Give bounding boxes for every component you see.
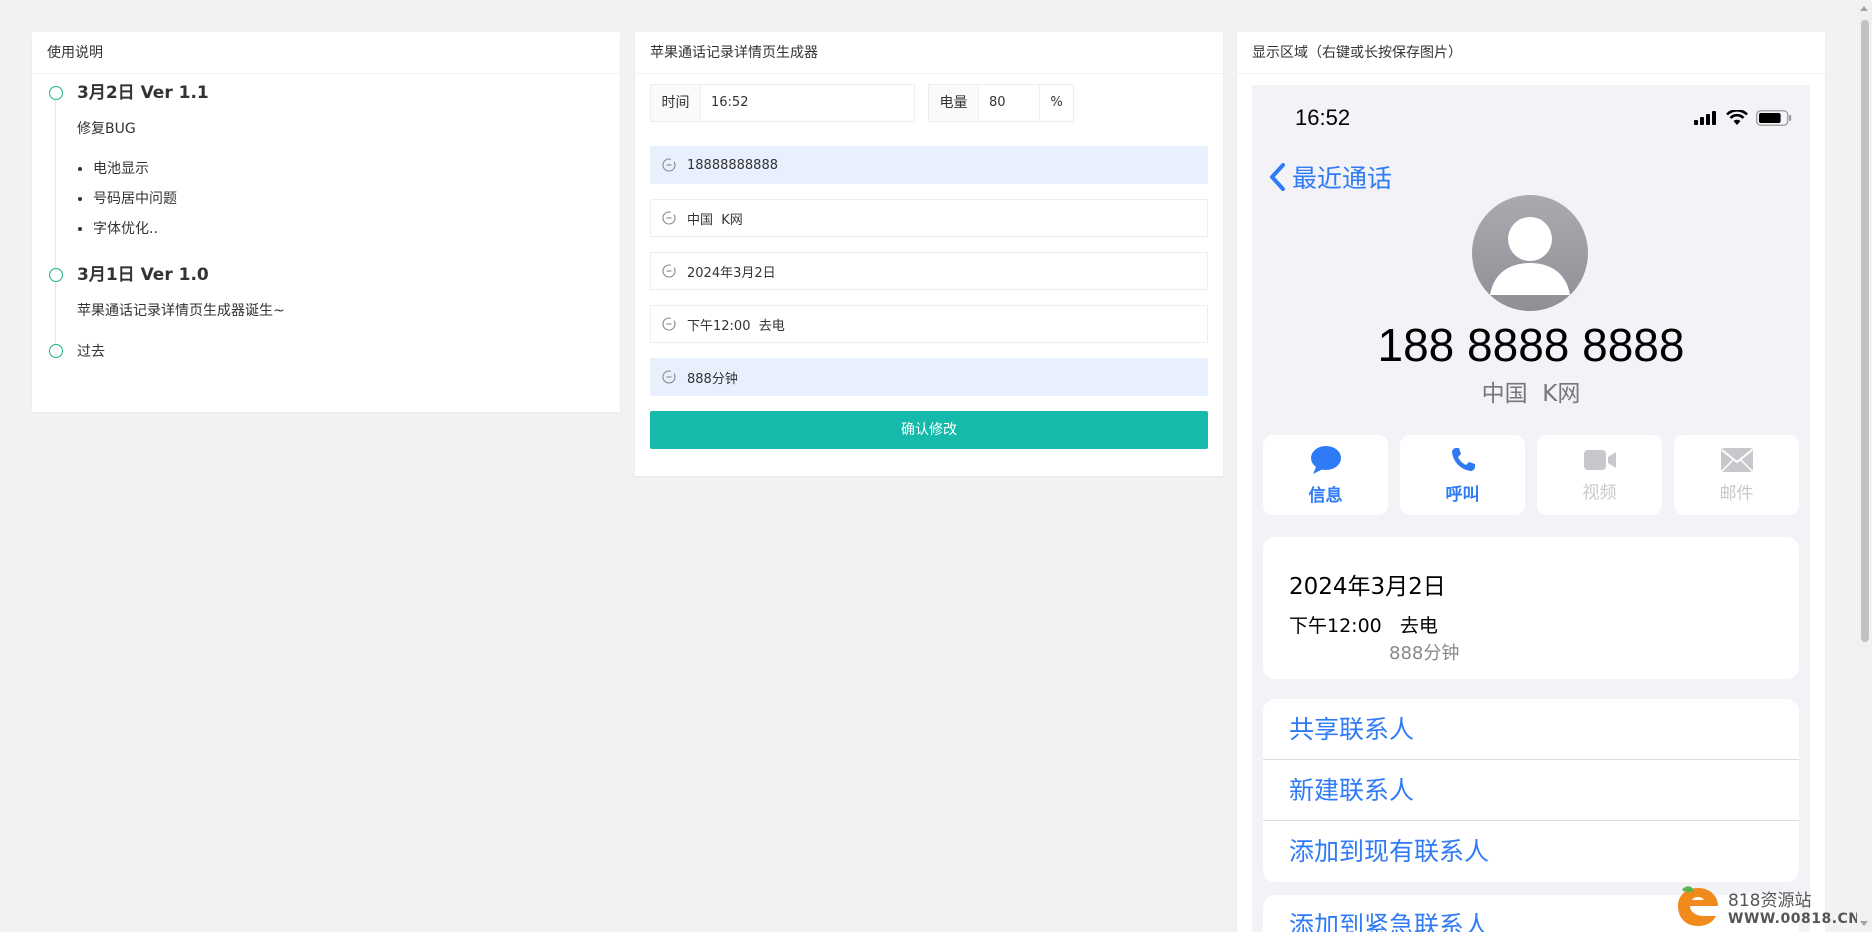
page: 使用说明 3月2日 Ver 1.1 修复BUG 电池显示 号码居中问题 字体优化…: [0, 0, 1872, 932]
mail-action-label: 邮件: [1719, 483, 1754, 504]
clear-circle-icon[interactable]: [651, 264, 687, 278]
date-input-value: 2024年3月2日: [687, 265, 776, 281]
changelog-item: 号码居中问题: [93, 190, 620, 220]
message-icon: [1310, 445, 1341, 474]
battery-input[interactable]: 80: [979, 85, 1039, 121]
call-action[interactable]: 呼叫: [1400, 435, 1525, 515]
mail-action[interactable]: 邮件: [1674, 435, 1799, 515]
scroll-down-icon[interactable]: [1860, 921, 1868, 926]
call-action-label: 呼叫: [1445, 484, 1480, 505]
clear-circle-icon[interactable]: [651, 158, 687, 172]
time-input-group: 时间 16:52: [650, 84, 915, 122]
version-text: 修复BUG: [77, 121, 136, 137]
version-text: 苹果通话记录详情页生成器诞生~: [77, 303, 285, 319]
scroll-thumb[interactable]: [1861, 20, 1869, 642]
site-logo-icon: [1678, 886, 1718, 926]
clear-circle-icon[interactable]: [651, 211, 687, 225]
region-input-value: 中国 K网: [687, 212, 743, 228]
timeline-node-icon: [49, 344, 63, 358]
video-action-label: 视频: [1582, 482, 1617, 503]
version-timeline: 3月2日 Ver 1.1 修复BUG 电池显示 号码居中问题 字体优化.. 3月…: [32, 74, 620, 374]
battery-suffix: %: [1039, 85, 1073, 121]
status-icons: [1694, 110, 1792, 126]
battery-icon: [1756, 110, 1792, 126]
phone-input-value: 18888888888: [687, 157, 778, 173]
phone-input[interactable]: 18888888888: [650, 146, 1208, 184]
call-date: 2024年3月2日: [1289, 574, 1446, 600]
timeline-item: 过去: [47, 342, 620, 374]
call-type-input-value: 下午12:00 去电: [687, 318, 785, 334]
back-label: 最近通话: [1292, 164, 1393, 193]
message-action[interactable]: 信息: [1263, 435, 1388, 515]
video-icon: [1583, 449, 1616, 470]
clear-circle-icon[interactable]: [651, 370, 687, 384]
generator-title: 苹果通话记录详情页生成器: [635, 32, 1223, 74]
battery-input-group: 电量 80 %: [928, 84, 1074, 122]
timeline-node-icon: [49, 86, 63, 100]
call-info: 下午12:00 去电: [1289, 615, 1438, 637]
phone-preview[interactable]: 16:52 最近通话 188 8888 8888 中国 K网 信息 呼叫 视频 …: [1252, 85, 1810, 932]
battery-label: 电量: [929, 85, 979, 121]
contact-number: 188 8888 8888: [1377, 319, 1685, 371]
time-label: 时间: [651, 85, 701, 121]
video-action[interactable]: 视频: [1537, 435, 1662, 515]
clear-circle-icon[interactable]: [651, 317, 687, 331]
back-button[interactable]: 最近通话: [1268, 159, 1392, 195]
call-detail-card: 2024年3月2日 下午12:00 去电 888分钟: [1263, 537, 1799, 679]
status-inputs-row: 时间 16:52 电量 80 %: [650, 84, 1208, 122]
quick-actions: 信息 呼叫 视频 邮件: [1263, 435, 1799, 515]
version-title: 3月2日 Ver 1.1: [77, 83, 209, 103]
contact-region: 中国 K网: [1481, 381, 1581, 407]
past-label: 过去: [77, 344, 105, 360]
changelog-list: 电池显示 号码居中问题 字体优化..: [77, 160, 620, 250]
message-action-label: 信息: [1308, 485, 1343, 506]
avatar: [1472, 195, 1588, 311]
date-input[interactable]: 2024年3月2日: [650, 252, 1208, 290]
instructions-title: 使用说明: [32, 32, 620, 74]
timeline-item: 3月2日 Ver 1.1 修复BUG 电池显示 号码居中问题 字体优化..: [47, 82, 620, 264]
region-input[interactable]: 中国 K网: [650, 199, 1208, 237]
wifi-icon: [1726, 110, 1748, 125]
page-scrollbar[interactable]: [1857, 0, 1872, 932]
new-contact-button[interactable]: 新建联系人: [1263, 760, 1799, 821]
instructions-card: 使用说明 3月2日 Ver 1.1 修复BUG 电池显示 号码居中问题 字体优化…: [32, 32, 620, 412]
call-type-input[interactable]: 下午12:00 去电: [650, 305, 1208, 343]
watermark-text: 818资源站 WWW.00818.CN: [1728, 886, 1861, 927]
phone-icon: [1451, 447, 1475, 471]
mail-icon: [1720, 447, 1753, 472]
call-duration: 888分钟: [1389, 643, 1460, 664]
contact-actions-list: 共享联系人 新建联系人 添加到现有联系人: [1263, 699, 1799, 882]
changelog-item: 电池显示: [93, 160, 620, 190]
display-title: 显示区域（右键或长按保存图片）: [1237, 32, 1825, 74]
signal-icon: [1694, 111, 1716, 125]
display-card: 显示区域（右键或长按保存图片） 16:52 最近通话 188 8888 8888…: [1237, 32, 1825, 932]
watermark-name: 818资源站: [1728, 890, 1812, 911]
timeline-node-icon: [49, 268, 63, 282]
time-input[interactable]: 16:52: [701, 85, 914, 121]
generator-card: 苹果通话记录详情页生成器 时间 16:52 电量 80 % 1888888888…: [635, 32, 1223, 476]
duration-input[interactable]: 888分钟: [650, 358, 1208, 396]
status-time: 16:52: [1295, 105, 1351, 130]
share-contact-button[interactable]: 共享联系人: [1263, 699, 1799, 760]
watermark-url: WWW.00818.CN: [1728, 910, 1861, 927]
watermark: 818资源站 WWW.00818.CN: [1674, 884, 1861, 928]
person-icon: [1490, 217, 1570, 295]
timeline-item: 3月1日 Ver 1.0 苹果通话记录详情页生成器诞生~: [47, 264, 620, 342]
generator-form: 时间 16:52 电量 80 % 18888888888 中国 K网 2024年…: [635, 74, 1223, 449]
version-title: 3月1日 Ver 1.0: [77, 265, 209, 285]
scroll-up-icon[interactable]: [1860, 6, 1868, 11]
duration-input-value: 888分钟: [687, 371, 738, 387]
add-to-existing-contact-button[interactable]: 添加到现有联系人: [1263, 821, 1799, 882]
confirm-button[interactable]: 确认修改: [650, 411, 1208, 449]
changelog-item: 字体优化..: [93, 220, 620, 250]
chevron-left-icon: [1270, 163, 1285, 191]
